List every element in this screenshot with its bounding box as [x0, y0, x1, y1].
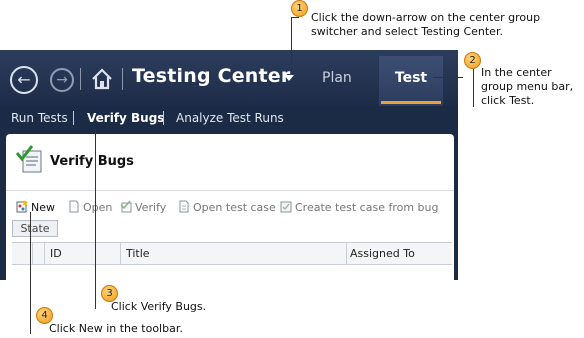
subnav-divider	[163, 111, 164, 125]
open-button-label: Open	[83, 201, 113, 214]
app-header: ← → Testing Center Plan Test	[0, 50, 458, 106]
selected-underline	[381, 101, 441, 104]
open-button[interactable]: Open	[68, 200, 112, 214]
verify-bugs-panel: Verify Bugs New Open Verify Open test ca…	[6, 134, 454, 280]
callout-text-1: Click the down-arrow on the center group…	[311, 11, 541, 38]
back-button[interactable]: ←	[10, 66, 38, 94]
callout-line-1	[291, 17, 292, 73]
panel-title: Verify Bugs	[50, 154, 134, 169]
back-arrow-icon: ←	[17, 70, 31, 89]
forward-arrow-icon: →	[56, 72, 68, 88]
subnav-divider	[73, 111, 74, 125]
results-grid-header: ID Title Assigned To	[12, 242, 452, 265]
menu-item-plan[interactable]: Plan	[322, 70, 352, 86]
toolbar: New Open Verify Open test case Create te…	[6, 194, 454, 216]
column-divider	[44, 243, 45, 264]
home-divider	[122, 68, 123, 90]
menu-item-test[interactable]: Test	[379, 56, 443, 106]
open-icon	[69, 200, 79, 213]
verify-button-label: Verify	[135, 201, 167, 214]
open-test-case-label: Open test case	[193, 201, 276, 214]
callout-line-4	[30, 212, 31, 334]
new-button-label: New	[31, 201, 55, 214]
subnav-run-tests[interactable]: Run Tests	[11, 111, 68, 125]
open-test-case-icon	[179, 200, 189, 213]
callout-badge-1: 1	[291, 0, 308, 17]
create-test-case-label: Create test case from bug	[295, 201, 439, 214]
column-header-assigned-to[interactable]: Assigned To	[350, 247, 415, 260]
callout-line-2	[433, 77, 463, 78]
column-divider	[346, 243, 347, 264]
column-divider	[32, 243, 33, 264]
forward-button[interactable]: →	[50, 68, 74, 92]
callout-text-2: In the center group menu bar, click Test…	[481, 66, 574, 107]
verify-button[interactable]: Verify	[120, 200, 166, 214]
testing-center-window: ← → Testing Center Plan Test Run Tests V…	[0, 50, 458, 280]
column-divider	[120, 243, 121, 264]
center-group-name: Testing Center	[132, 65, 291, 87]
sub-navigation: Run Tests Verify Bugs Analyze Test Runs	[0, 105, 458, 129]
nav-divider	[80, 68, 81, 90]
create-test-case-icon	[280, 201, 292, 213]
open-test-case-button[interactable]: Open test case	[178, 200, 276, 214]
create-test-case-from-bug-button[interactable]: Create test case from bug	[280, 200, 438, 214]
callout-text-4: Click New in the toolbar.	[49, 322, 183, 335]
callout-line-2-vert	[473, 69, 474, 107]
subnav-verify-bugs[interactable]: Verify Bugs	[87, 111, 164, 125]
verify-bugs-icon	[16, 145, 42, 173]
callout-text-3: Click Verify Bugs.	[111, 300, 207, 313]
new-icon	[16, 200, 28, 213]
title-divider	[6, 190, 454, 191]
center-group-switcher-arrow[interactable]	[284, 75, 294, 81]
subnav-analyze-test-runs[interactable]: Analyze Test Runs	[176, 111, 284, 125]
new-button[interactable]: New	[16, 200, 55, 214]
callout-badge-2: 2	[464, 52, 481, 69]
callout-line-1-tick	[291, 17, 299, 18]
column-header-title[interactable]: Title	[126, 247, 150, 260]
menu-item-test-label: Test	[394, 70, 428, 86]
verify-icon	[120, 200, 132, 213]
column-header-id[interactable]: ID	[50, 247, 62, 260]
callout-line-3	[95, 129, 96, 309]
home-icon[interactable]	[89, 66, 115, 92]
state-column-tab[interactable]: State	[12, 220, 58, 237]
